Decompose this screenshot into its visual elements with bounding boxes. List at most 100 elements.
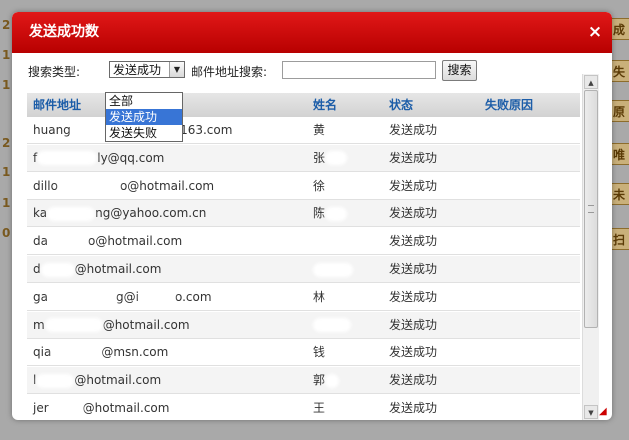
- cell-name: 郭: [313, 367, 340, 394]
- redacted-email-part: [57, 179, 120, 194]
- redacted-email-part: [36, 373, 75, 388]
- scroll-up-icon[interactable]: ▲: [584, 75, 598, 89]
- cell-email: da o@hotmail.com: [33, 228, 182, 255]
- redacted-name-part: [325, 151, 348, 166]
- table-row[interactable]: l @hotmail.com 郭 发送成功: [27, 367, 580, 395]
- email-visible-suffix: @hotmail.com: [74, 373, 162, 388]
- redacted-email-part: [138, 290, 175, 305]
- dialog-titlebar: 发送成功数 ×: [12, 12, 612, 53]
- email-visible-suffix: o.com: [174, 289, 212, 304]
- cell-status: 发送成功: [389, 262, 438, 276]
- redacted-email-part: [47, 206, 96, 221]
- redacted-email-part: [47, 234, 88, 249]
- vertical-scrollbar[interactable]: ▲ ▼: [582, 74, 599, 420]
- cell-status: 发送成功: [389, 345, 438, 360]
- cell-email: dillo o@hotmail.com: [33, 173, 214, 200]
- email-visible-prefix: jer: [33, 401, 49, 415]
- table-row[interactable]: dillo o@hotmail.com 徐 发送成功: [27, 173, 580, 200]
- email-visible-prefix: da: [33, 234, 48, 249]
- table-row[interactable]: da o@hotmail.com 发送成功: [27, 228, 580, 256]
- email-visible-suffix: @hotmail.com: [74, 262, 162, 276]
- table-row[interactable]: qia @msn.com 钱 发送成功: [27, 339, 580, 367]
- header-email[interactable]: 邮件地址: [33, 93, 81, 117]
- name-visible-part: 徐: [313, 178, 326, 193]
- email-visible-suffix: o@hotmail.com: [87, 234, 183, 249]
- table-row[interactable]: ka ng@yahoo.com.cn 陈 发送成功: [27, 200, 580, 228]
- search-button[interactable]: 搜索: [442, 60, 477, 81]
- redacted-name-part: [313, 234, 343, 249]
- cell-status: 发送成功: [389, 401, 438, 415]
- search-type-select[interactable]: 发送成功 ▼: [109, 61, 185, 78]
- cell-name: [313, 312, 351, 339]
- search-type-dropdown-list: 全部 发送成功 发送失败: [105, 92, 183, 142]
- grip-icon: [588, 205, 594, 213]
- redacted-email-part: [51, 345, 102, 360]
- redacted-name-part: [325, 179, 350, 194]
- header-fail-reason[interactable]: 失败原因: [485, 93, 533, 117]
- email-visible-suffix: ly@qq.com: [97, 150, 165, 165]
- redacted-email-part: [48, 401, 83, 416]
- dropdown-option[interactable]: 发送成功: [106, 109, 182, 125]
- cell-status: 发送成功: [389, 289, 438, 304]
- redacted-name-part: [325, 290, 344, 305]
- background-left-mark: 2: [2, 136, 11, 150]
- redacted-email-part: [37, 151, 98, 166]
- close-icon[interactable]: ×: [586, 23, 604, 41]
- cell-status: 发送成功: [389, 373, 438, 388]
- redacted-email-part: [40, 262, 75, 277]
- cell-status: 发送成功: [389, 123, 438, 137]
- redacted-name-part: [313, 262, 353, 277]
- cell-email: jer @hotmail.com: [33, 395, 169, 420]
- cell-name: 张: [313, 145, 348, 172]
- cell-status: 发送成功: [389, 178, 438, 193]
- email-visible-prefix: dillo: [33, 178, 58, 193]
- table-row[interactable]: d @hotmail.com 发送成功: [27, 256, 580, 283]
- email-visible-suffix: o@hotmail.com: [119, 178, 215, 193]
- scrollbar-thumb[interactable]: [584, 90, 598, 328]
- scroll-down-icon[interactable]: ▼: [584, 405, 598, 419]
- header-status[interactable]: 状态: [389, 93, 413, 117]
- name-visible-part: 陈: [313, 206, 326, 221]
- cell-name: 林: [313, 284, 344, 311]
- cell-status: 发送成功: [389, 317, 438, 332]
- name-visible-part: 黄: [313, 123, 326, 137]
- cell-name: 王: [313, 395, 336, 420]
- cell-email: qia @msn.com: [33, 339, 168, 366]
- background-right-button: 唯: [609, 143, 629, 165]
- cell-name: 徐: [313, 173, 350, 200]
- cell-name: 黄: [313, 117, 340, 144]
- background-right-button: 成: [609, 18, 629, 40]
- background-left-mark: 1: [2, 78, 11, 92]
- redacted-name-part: [325, 345, 338, 360]
- cell-email: m @hotmail.com: [33, 312, 190, 339]
- redacted-name-part: [325, 401, 336, 416]
- cell-email: f ly@qq.com: [33, 145, 164, 172]
- cell-name: [313, 256, 353, 283]
- dialog-title: 发送成功数: [29, 24, 99, 40]
- table-row[interactable]: f ly@qq.com 张 发送成功: [27, 144, 580, 172]
- dropdown-option[interactable]: 发送失败: [106, 125, 182, 141]
- results-table: 邮件地址 姓名 状态 失败原因 huang 23@163.com 黄发送成功 f ly@…: [27, 93, 580, 420]
- email-visible-suffix: @hotmail.com: [102, 317, 190, 332]
- dropdown-arrow-icon[interactable]: ▼: [169, 62, 184, 77]
- header-name[interactable]: 姓名: [313, 93, 337, 117]
- email-search-input[interactable]: [282, 61, 436, 79]
- resize-grip-icon[interactable]: ◢: [599, 407, 609, 417]
- redacted-name-part: [325, 123, 340, 138]
- email-visible-prefix: huang: [33, 123, 71, 137]
- email-visible-prefix: ga: [33, 289, 48, 304]
- email-search-label: 邮件地址搜索:: [191, 65, 268, 79]
- table-row[interactable]: m @hotmail.com 发送成功: [27, 311, 580, 339]
- background-left-mark: 1: [2, 165, 11, 179]
- cell-email: d @hotmail.com: [33, 256, 161, 283]
- email-visible-suffix: @hotmail.com: [82, 401, 170, 415]
- background-left-mark: 0: [2, 226, 11, 240]
- background-right-button: 扫: [609, 228, 629, 250]
- cell-email: l @hotmail.com: [33, 367, 161, 394]
- redacted-email-part: [47, 290, 116, 305]
- table-row[interactable]: jer @hotmail.com 王 发送成功: [27, 395, 580, 420]
- table-row[interactable]: ga g@i o.com 林 发送成功: [27, 284, 580, 311]
- dropdown-option[interactable]: 全部: [106, 93, 182, 109]
- name-visible-part: 王: [313, 401, 326, 415]
- name-visible-part: 钱: [313, 345, 326, 360]
